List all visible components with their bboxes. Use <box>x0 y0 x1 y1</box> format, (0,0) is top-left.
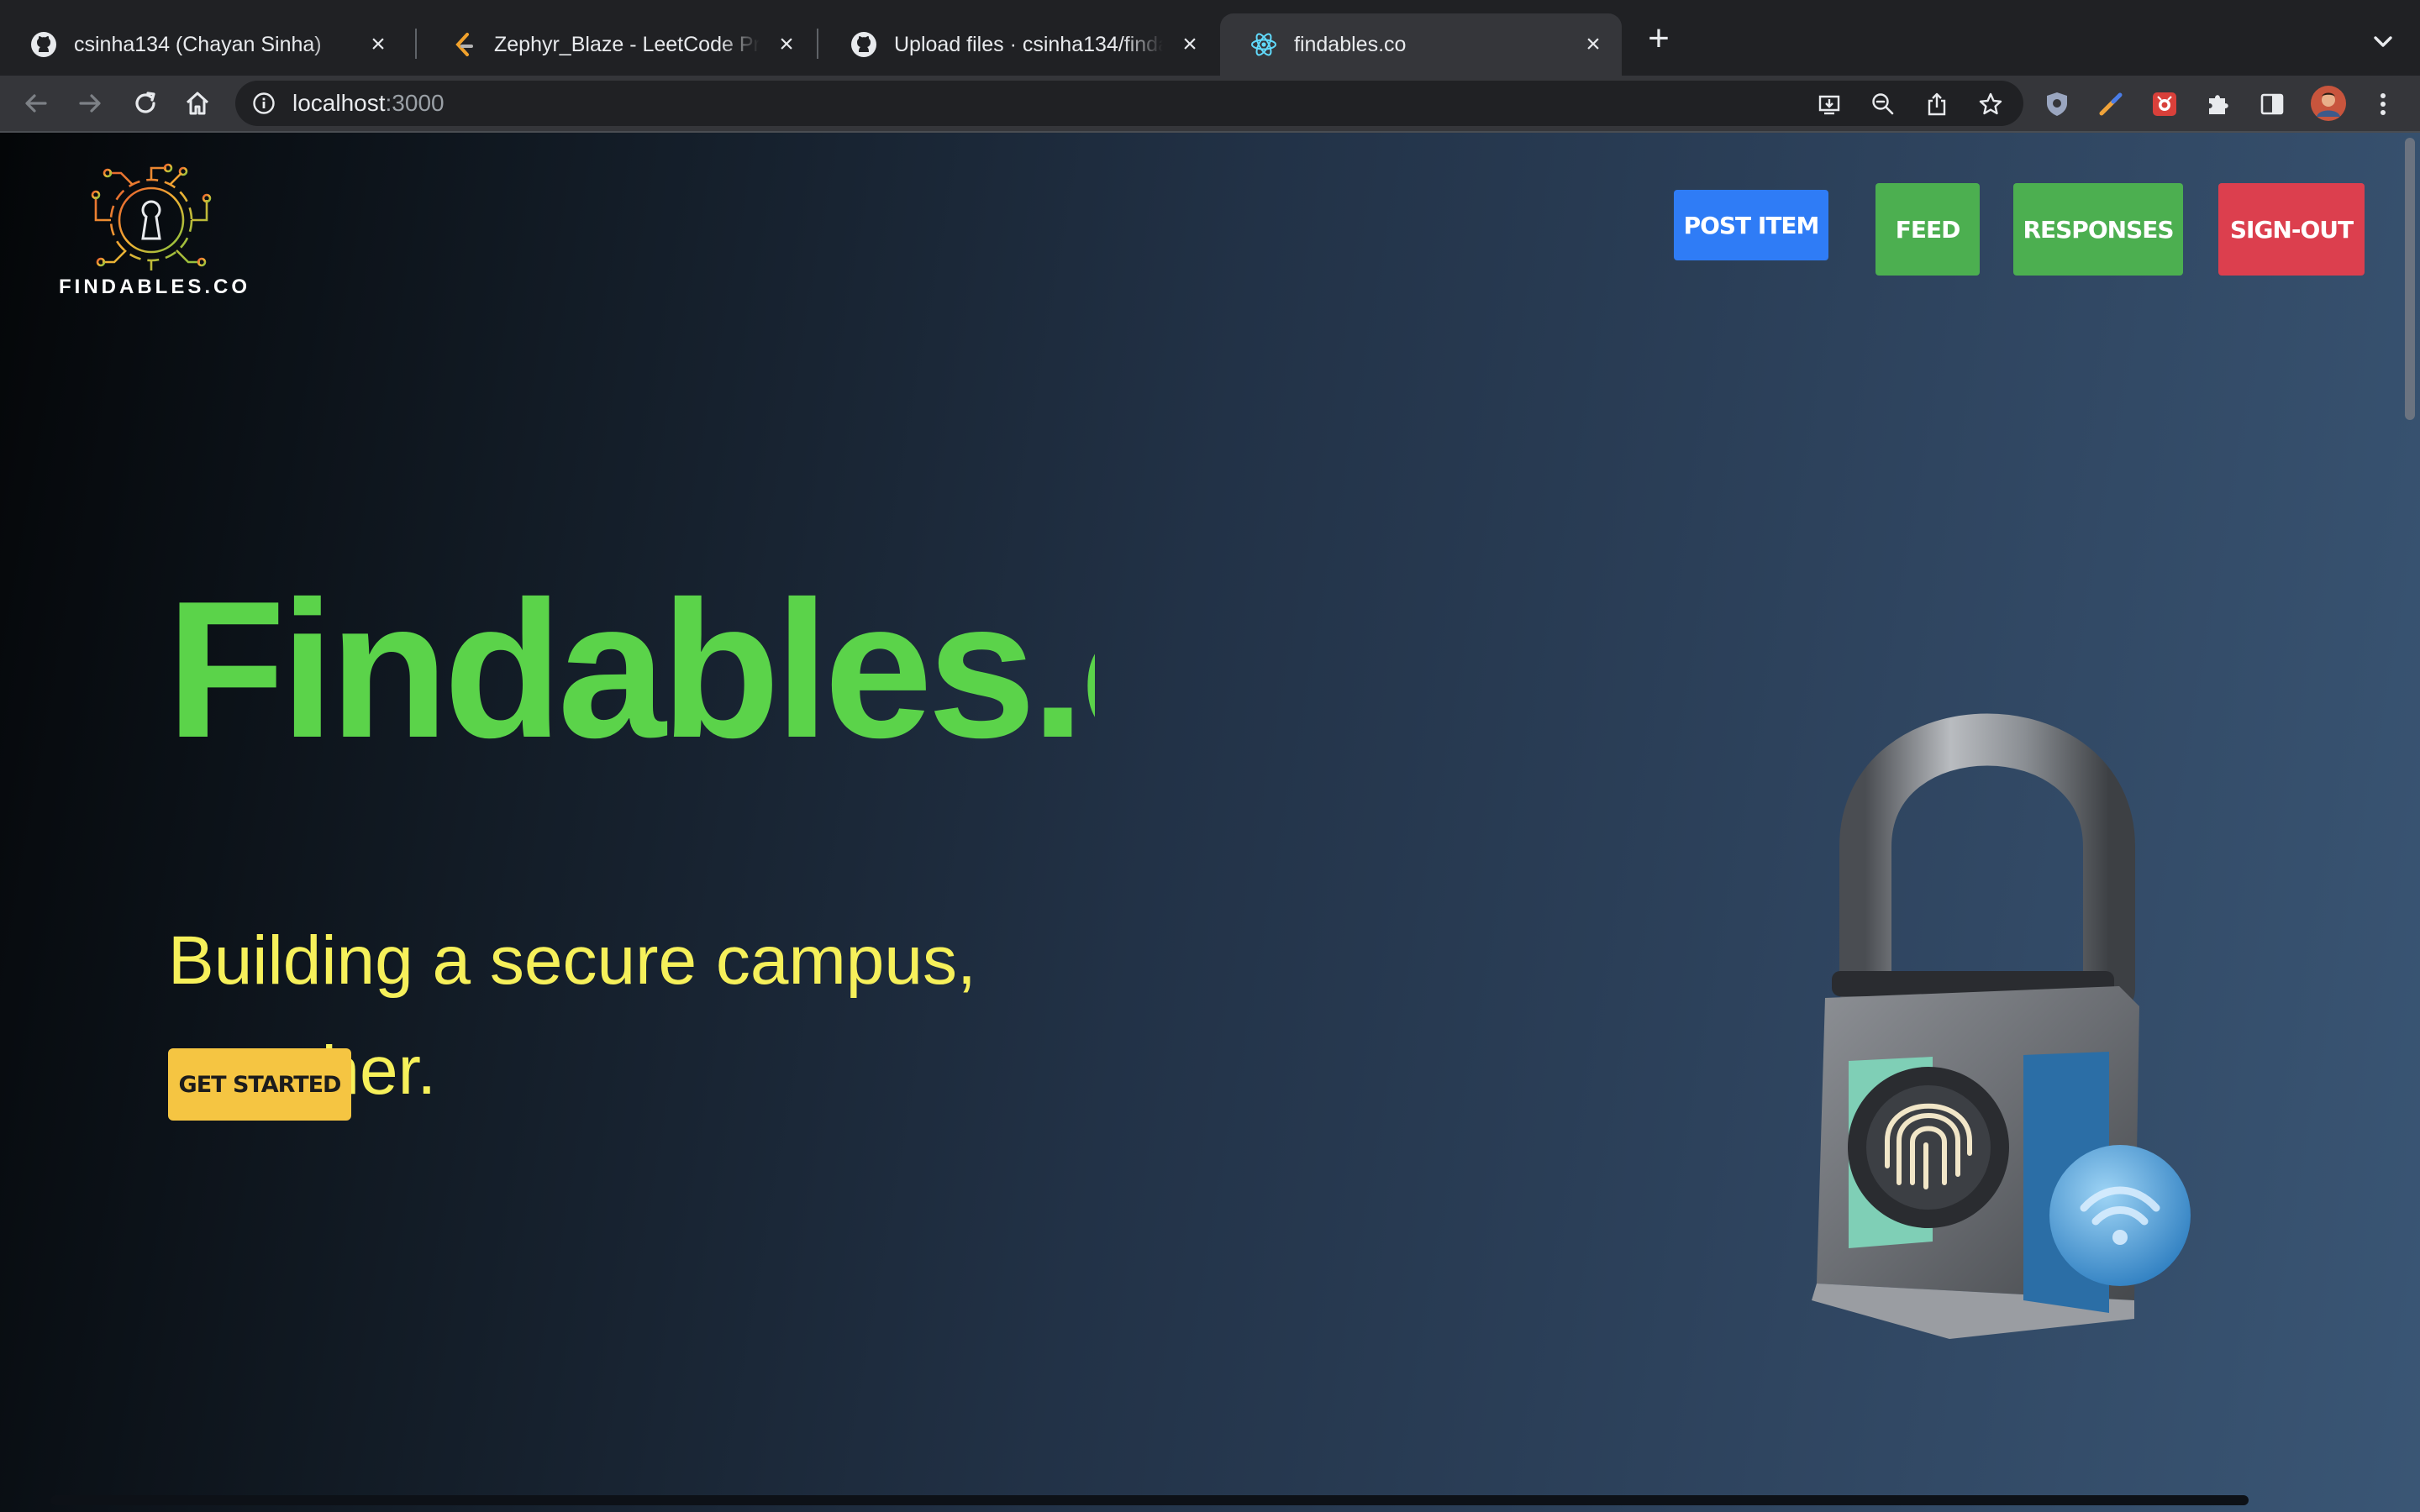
feed-button[interactable]: FEED <box>1876 183 1980 276</box>
tab-separator <box>817 29 818 59</box>
leetcode-icon <box>450 31 477 58</box>
browser-toolbar: localhost:3000 <box>0 76 2420 131</box>
browser-menu-icon[interactable] <box>2368 89 2398 119</box>
tab-close-button[interactable]: × <box>1576 28 1610 61</box>
tab-close-button[interactable]: × <box>770 28 803 61</box>
keyhole-circuit-icon <box>91 163 212 270</box>
horizontal-scrollbar[interactable] <box>50 1495 2249 1505</box>
tab-close-button[interactable]: × <box>1173 28 1207 61</box>
tab-strip: csinha134 (Chayan Sinha) × Zephyr_Blaze … <box>0 0 2420 76</box>
tab-search-chevron-icon[interactable] <box>2366 25 2400 59</box>
tab-title: Zephyr_Blaze - LeetCode Profile <box>494 32 760 56</box>
reload-button[interactable] <box>126 84 165 123</box>
back-button[interactable] <box>17 84 55 123</box>
address-bar[interactable]: localhost:3000 <box>235 81 2023 126</box>
address-url: localhost:3000 <box>292 81 445 126</box>
get-started-button[interactable]: GET STARTED <box>168 1048 351 1121</box>
tab-title: findables.co <box>1294 32 1407 56</box>
logo-text: FINDABLES.CO <box>59 276 250 298</box>
bookmark-star-icon[interactable] <box>1978 92 2003 117</box>
home-button[interactable] <box>178 84 217 123</box>
tab-github-profile[interactable]: csinha134 (Chayan Sinha) × <box>0 13 407 76</box>
install-app-icon[interactable] <box>1817 92 1842 117</box>
page-viewport: FINDABLES.CO POST ITEM FEED RESPONSES SI… <box>0 133 2420 1512</box>
info-icon[interactable] <box>252 92 276 115</box>
url-host: localhost <box>292 90 386 116</box>
zoom-out-icon[interactable] <box>1870 92 1896 117</box>
sign-out-button[interactable]: SIGN-OUT <box>2218 183 2365 276</box>
tab-title: Upload files · csinha134/findables <box>894 32 1163 56</box>
profile-avatar[interactable] <box>2309 84 2348 123</box>
url-port: :3000 <box>385 90 445 116</box>
new-tab-button[interactable]: + <box>1640 20 1677 59</box>
responses-button[interactable]: RESPONSES <box>2013 183 2183 276</box>
share-icon[interactable] <box>1924 92 1949 117</box>
vertical-scrollbar[interactable] <box>2405 138 2415 420</box>
tab-separator <box>415 29 417 59</box>
tab-title: csinha134 (Chayan Sinha) <box>74 32 322 56</box>
shield-extension-icon[interactable] <box>2042 89 2072 119</box>
react-icon <box>1250 31 1277 58</box>
side-panel-icon[interactable] <box>2257 89 2287 119</box>
forward-button[interactable] <box>71 84 109 123</box>
github-icon <box>30 31 57 58</box>
padlock-illustration <box>1812 713 2191 1339</box>
github-icon <box>850 31 877 58</box>
tab-findables[interactable]: findables.co × <box>1220 13 1622 76</box>
extensions-puzzle-icon[interactable] <box>2203 89 2233 119</box>
bug-extension-icon[interactable] <box>2149 89 2180 119</box>
tab-close-button[interactable]: × <box>361 28 395 61</box>
post-item-button[interactable]: POST ITEM <box>1674 190 1828 260</box>
tab-leetcode[interactable]: Zephyr_Blaze - LeetCode Profile × <box>420 13 815 76</box>
hero-title: Findables.co <box>166 570 1095 771</box>
hero-subtitle-line1: Building a secure campus, <box>168 922 976 999</box>
site-logo[interactable]: FINDABLES.CO <box>59 163 250 306</box>
tab-github-upload[interactable]: Upload files · csinha134/findables × <box>820 13 1218 76</box>
color-picker-extension-icon[interactable] <box>2096 89 2126 119</box>
